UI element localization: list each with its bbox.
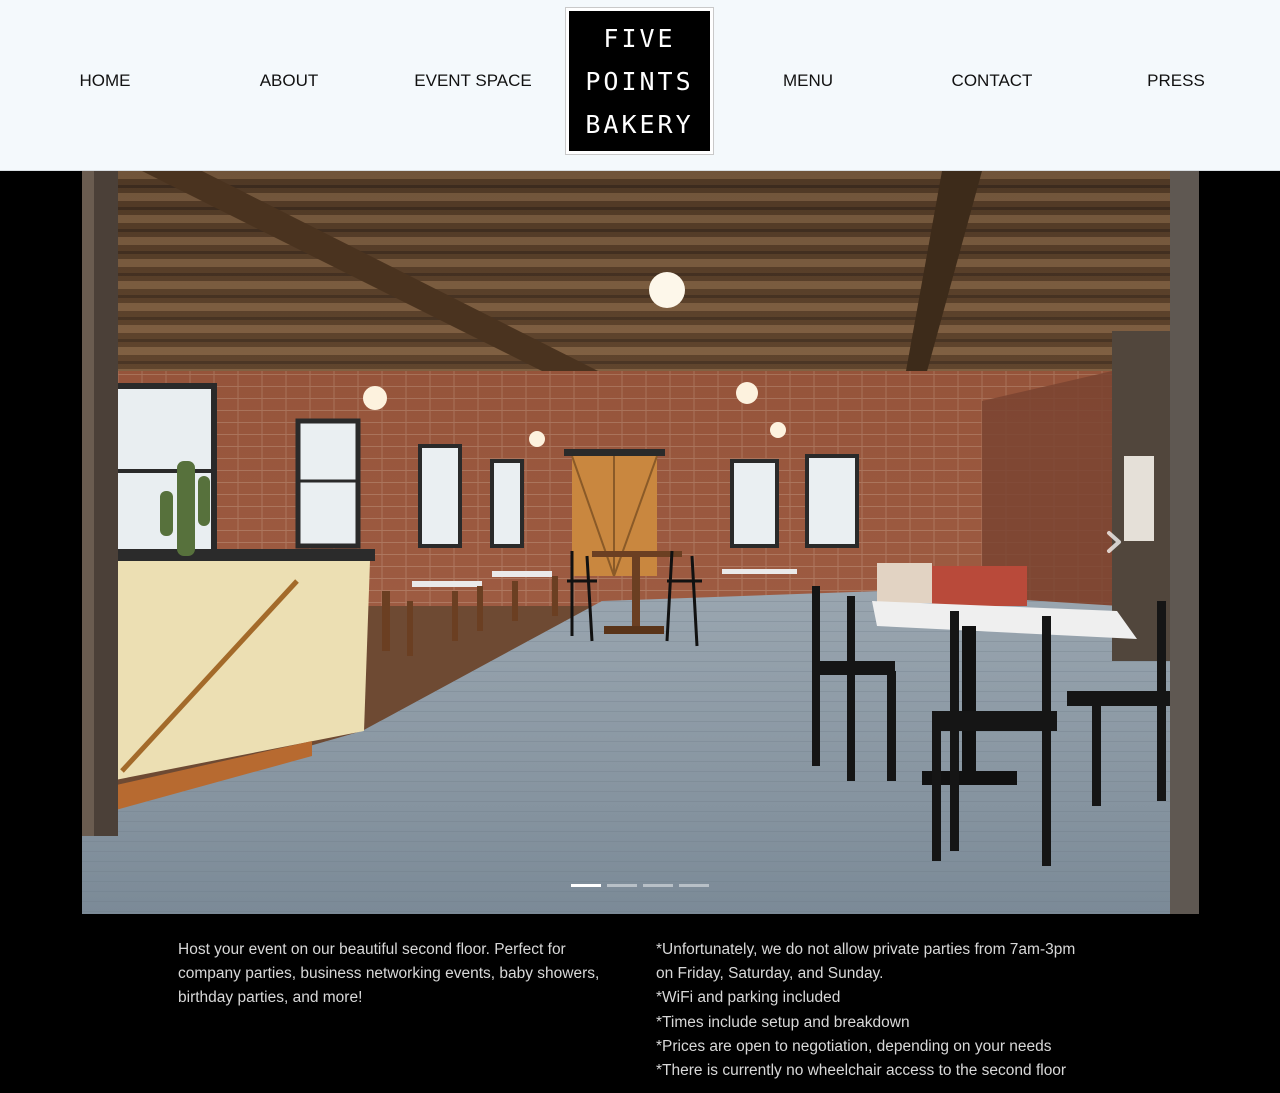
nav-event-space[interactable]: EVENT SPACE — [414, 71, 531, 91]
event-space-photo — [82, 171, 1199, 914]
event-notes: *Unfortunately, we do not allow private … — [656, 938, 1086, 1083]
logo-line-bakery: BAKERY — [585, 109, 694, 139]
nav-press[interactable]: PRESS — [1147, 71, 1205, 91]
event-note: *There is currently no wheelchair access… — [656, 1062, 1067, 1080]
nav-menu[interactable]: MENU — [783, 71, 833, 91]
carousel-indicator-4[interactable] — [679, 884, 709, 887]
chevron-right-icon — [1107, 531, 1121, 553]
logo-box: FIVE POINTS BAKERY — [569, 11, 710, 151]
site-header: HOME ABOUT EVENT SPACE FIVE POINTS BAKER… — [0, 0, 1280, 171]
nav-contact[interactable]: CONTACT — [952, 71, 1033, 91]
carousel-indicators — [571, 884, 709, 890]
event-note: *WiFi and parking included — [656, 989, 841, 1007]
site-logo[interactable]: FIVE POINTS BAKERY — [565, 7, 714, 155]
event-space-carousel[interactable] — [82, 171, 1199, 914]
carousel-indicator-2[interactable] — [607, 884, 637, 887]
carousel-indicator-3[interactable] — [643, 884, 673, 887]
logo-line-five: FIVE — [603, 23, 676, 53]
event-description: Host your event on our beautiful second … — [178, 938, 618, 1011]
carousel-indicator-1[interactable] — [571, 884, 601, 887]
event-note: *Unfortunately, we do not allow private … — [656, 941, 1076, 983]
carousel-next-button[interactable] — [1103, 523, 1127, 561]
nav-about[interactable]: ABOUT — [260, 71, 319, 91]
event-note: *Prices are open to negotiation, dependi… — [656, 1037, 1052, 1055]
event-intro-text: Host your event on our beautiful second … — [178, 941, 600, 1007]
event-note: *Times include setup and breakdown — [656, 1013, 910, 1031]
logo-line-points: POINTS — [585, 66, 694, 96]
nav-home[interactable]: HOME — [80, 71, 131, 91]
